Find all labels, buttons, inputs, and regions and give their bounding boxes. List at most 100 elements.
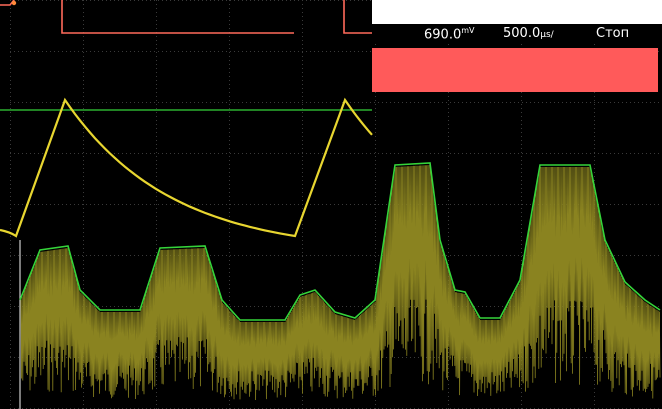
grid-dot: [156, 364, 157, 365]
grid-dot: [290, 0, 291, 1]
grid-dot: [229, 232, 230, 233]
grid-dot: [448, 404, 449, 405]
grid-dot: [154, 204, 155, 205]
grid-dot: [434, 357, 435, 358]
grid-dot: [521, 180, 522, 181]
grid-dot: [229, 296, 230, 297]
grid-dot: [375, 240, 376, 241]
grid-dot: [502, 255, 503, 256]
grid-dot: [50, 51, 51, 52]
grid-dot: [521, 112, 522, 113]
grid-dot: [218, 204, 219, 205]
grid-dot: [14, 255, 15, 256]
grid-dot: [10, 300, 11, 301]
grid-dot: [210, 204, 211, 205]
grid-dot: [582, 357, 583, 358]
grid-dot: [98, 204, 99, 205]
grid-dot: [194, 0, 195, 1]
grid-dot: [10, 51, 11, 52]
grid-dot: [614, 357, 615, 358]
grid-dot: [375, 284, 376, 285]
grid-dot: [642, 255, 643, 256]
timebase-value: 500.0: [503, 26, 541, 41]
grid-dot: [482, 204, 483, 205]
grid-dot: [229, 264, 230, 265]
grid-dot: [10, 88, 11, 89]
grid-dot: [229, 128, 230, 129]
grid-dot: [386, 204, 387, 205]
grid-dot: [646, 255, 647, 256]
grid-dot: [654, 255, 655, 256]
grid-dot: [202, 357, 203, 358]
grid-dot: [334, 306, 335, 307]
grid-dot: [126, 0, 127, 1]
grid-dot: [448, 104, 449, 105]
grid-dot: [234, 51, 235, 52]
grid-dot: [302, 256, 303, 257]
grid-dot: [375, 176, 376, 177]
grid-dot: [229, 400, 230, 401]
grid-dot: [302, 68, 303, 69]
grid-dot: [610, 204, 611, 205]
inset-waveform-window: [0, 0, 373, 241]
grid-dot: [302, 224, 303, 225]
grid-dot: [448, 236, 449, 237]
grid-dot: [310, 0, 311, 1]
grid-dot: [246, 153, 247, 154]
grid-dot: [156, 64, 157, 65]
grid-dot: [430, 153, 431, 154]
grid-dot: [554, 357, 555, 358]
grid-dot: [514, 102, 515, 103]
grid-dot: [594, 400, 595, 401]
grid-dot: [318, 204, 319, 205]
grid-dot: [506, 102, 507, 103]
grid-dot: [362, 306, 363, 307]
grid-dot: [230, 102, 231, 103]
grid-dot: [448, 248, 449, 249]
grid-dot: [594, 372, 595, 373]
grid-dot: [242, 255, 243, 256]
grid-dot: [658, 204, 659, 205]
grid-dot: [156, 212, 157, 213]
grid-dot: [158, 204, 159, 205]
run-state[interactable]: Стоп: [596, 26, 629, 41]
grid-dot: [94, 102, 95, 103]
grid-dot: [342, 255, 343, 256]
grid-dot: [448, 144, 449, 145]
grid-dot: [630, 102, 631, 103]
grid-dot: [94, 153, 95, 154]
grid-dot: [594, 44, 595, 45]
grid-dot: [156, 40, 157, 41]
grid-dot: [178, 0, 179, 1]
grid-dot: [375, 108, 376, 109]
grid-dot: [521, 184, 522, 185]
grid-dot: [10, 152, 11, 153]
grid-dot: [594, 164, 595, 165]
grid-dot: [10, 196, 11, 197]
grid-dot: [210, 0, 211, 1]
grid-dot: [83, 36, 84, 37]
grid-dot: [522, 255, 523, 256]
grid-dot: [118, 306, 119, 307]
grid-dot: [470, 255, 471, 256]
grid-dot: [446, 102, 447, 103]
grid-dot: [170, 102, 171, 103]
grid-dot: [218, 153, 219, 154]
grid-dot: [375, 252, 376, 253]
grid-dot: [246, 51, 247, 52]
grid-dot: [650, 102, 651, 103]
grid-dot: [86, 0, 87, 1]
grid-dot: [448, 240, 449, 241]
grid-dot: [106, 204, 107, 205]
grid-dot: [378, 204, 379, 205]
grid-dot: [10, 192, 11, 193]
grid-dot: [521, 132, 522, 133]
grid-dot: [375, 404, 376, 405]
grid-dot: [338, 102, 339, 103]
grid-dot: [194, 153, 195, 154]
grid-dot: [494, 102, 495, 103]
grid-dot: [10, 96, 11, 97]
grid-dot: [358, 255, 359, 256]
grid-dot: [448, 200, 449, 201]
grid-dot: [194, 102, 195, 103]
